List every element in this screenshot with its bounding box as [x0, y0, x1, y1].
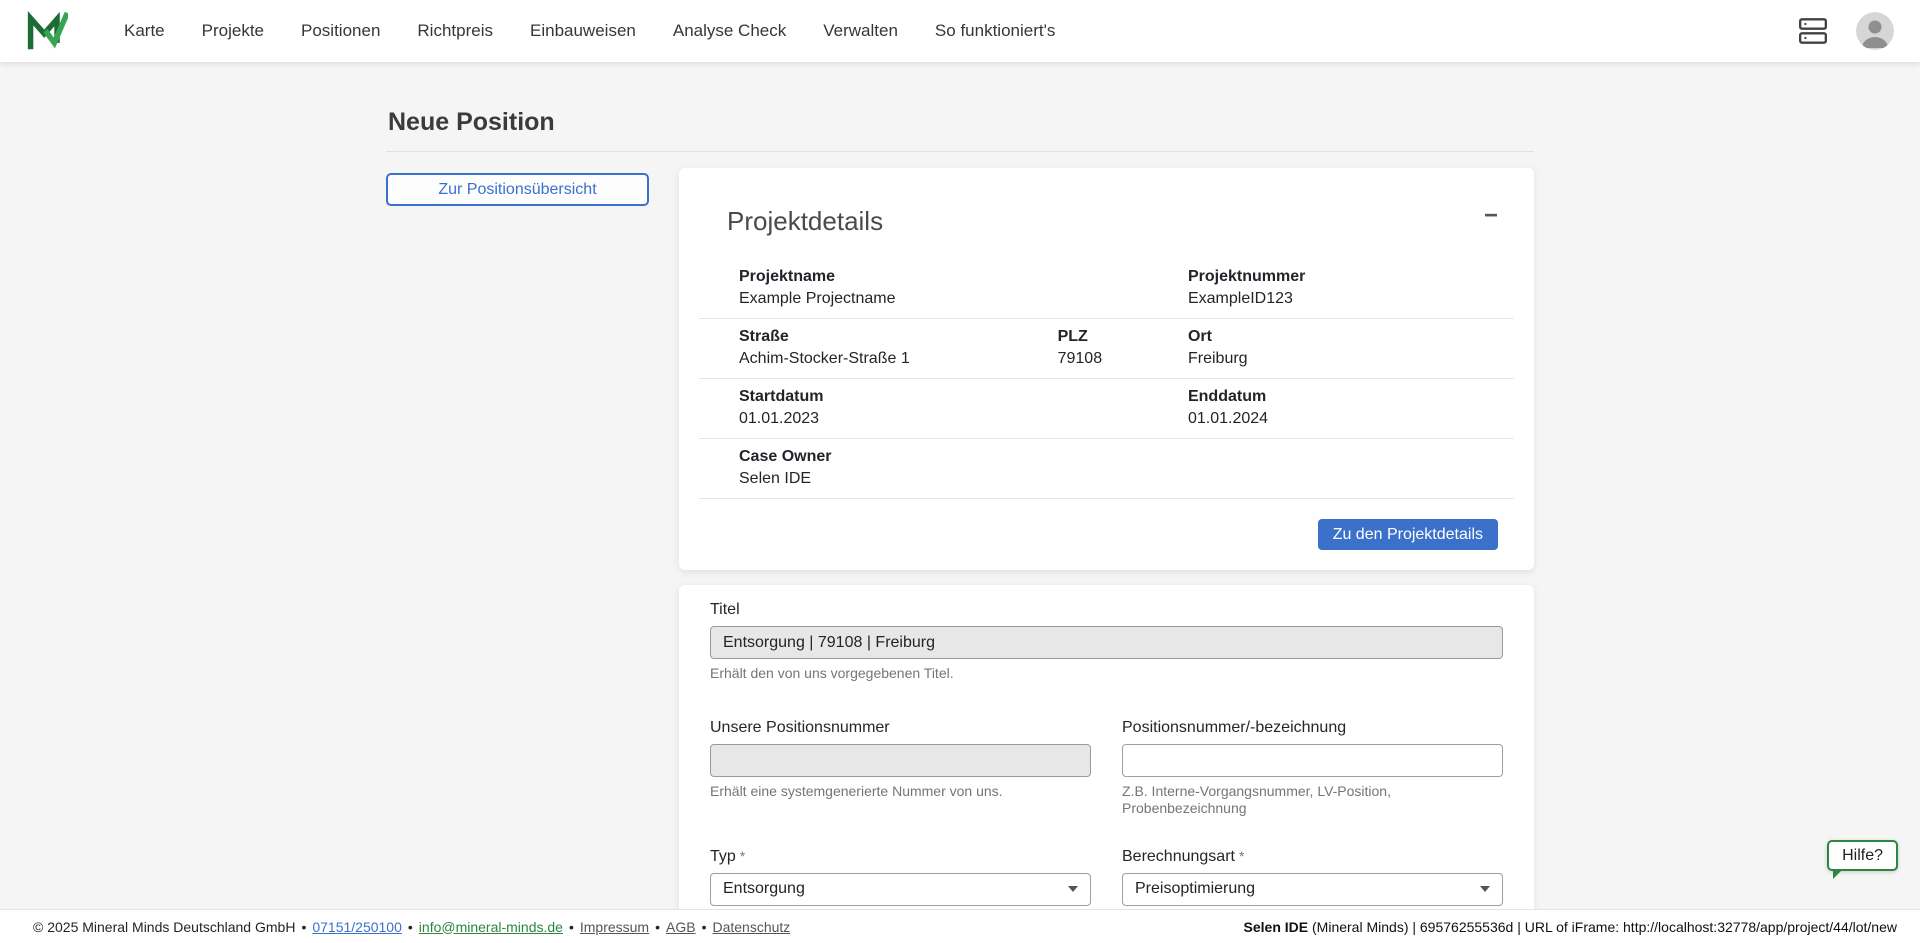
field-label-startdatum: Startdatum	[739, 388, 824, 405]
nav-item-analyse-check[interactable]: Analyse Check	[673, 21, 786, 41]
berechnungsart-label: Berechnungsart *	[1122, 847, 1245, 865]
person-icon	[1856, 12, 1894, 50]
datenschutz-link[interactable]: Datenschutz	[712, 919, 790, 935]
field-label-strasse: Straße	[739, 328, 789, 345]
new-position-form-card: Titel Erhält den von uns vorgegebenen Ti…	[679, 585, 1534, 943]
user-avatar[interactable]	[1856, 12, 1894, 50]
main-area: Neue Position Zur Positionsübersicht Pro…	[0, 0, 1920, 943]
copyright-text: © 2025 Mineral Minds Deutschland GmbH	[33, 918, 296, 935]
server-icon[interactable]	[1799, 18, 1827, 44]
main-navigation: Karte Projekte Positionen Richtpreis Ein…	[124, 21, 1092, 41]
top-navbar: Karte Projekte Positionen Richtpreis Ein…	[0, 0, 1920, 62]
berechnungsart-select[interactable]: Preisoptimierung	[1122, 872, 1503, 906]
berechnungsart-select-value: Preisoptimierung	[1135, 880, 1256, 897]
titel-input	[710, 626, 1503, 659]
session-info: Selen IDE (Mineral Minds) | 69576255536d…	[1244, 919, 1897, 935]
back-to-positions-button[interactable]: Zur Positionsübersicht	[386, 173, 649, 206]
chevron-down-icon	[1068, 886, 1078, 892]
nav-item-projekte[interactable]: Projekte	[202, 21, 264, 41]
field-label-enddatum: Enddatum	[1187, 388, 1267, 405]
navbar-right	[1799, 12, 1894, 50]
help-button[interactable]: Hilfe?	[1827, 840, 1898, 879]
field-value-enddatum: 01.01.2024	[1187, 410, 1269, 427]
positionsnummer-helper: Z.B. Interne-Vorgangsnummer, LV-Position…	[1122, 782, 1391, 817]
email-link[interactable]: info@mineral-minds.de	[419, 919, 563, 935]
field-label-plz: PLZ	[1057, 328, 1088, 345]
table-row: Projektname Example Projectname Projektn…	[699, 259, 1514, 319]
nav-item-einbauweisen[interactable]: Einbauweisen	[530, 21, 636, 41]
nav-item-richtpreis[interactable]: Richtpreis	[417, 21, 493, 41]
positionsnummer-input[interactable]	[1122, 743, 1503, 777]
phone-link[interactable]: 07151/250100	[312, 919, 402, 935]
project-details-table: Projektname Example Projectname Projektn…	[699, 259, 1514, 499]
nav-item-so-funktionierts[interactable]: So funktioniert's	[935, 21, 1055, 41]
logo-m-icon	[27, 10, 68, 50]
required-marker: *	[739, 847, 746, 864]
go-to-project-details-button[interactable]: Zu den Projektdetails	[1317, 519, 1498, 550]
footer-left: © 2025 Mineral Minds Deutschland GmbH • …	[33, 918, 791, 935]
collapse-icon[interactable]: −	[1484, 203, 1498, 227]
page-title: Neue Position	[388, 108, 555, 136]
table-row: Startdatum 01.01.2023 Enddatum 01.01.202…	[699, 379, 1514, 439]
typ-label: Typ *	[710, 847, 746, 865]
left-column: Zur Positionsübersicht	[386, 168, 649, 206]
unsere-positionsnummer-input	[710, 743, 1091, 777]
field-value-projektname: Example Projectname	[739, 290, 896, 307]
titel-helper: Erhält den von uns vorgegebenen Titel.	[710, 665, 954, 681]
unsere-positionsnummer-label: Unsere Positionsnummer	[710, 718, 890, 736]
agb-link[interactable]: AGB	[666, 919, 696, 935]
project-card-title: Projektdetails	[727, 206, 884, 236]
typ-select[interactable]: Entsorgung	[710, 872, 1091, 906]
tooltip-tail-icon	[1833, 870, 1843, 879]
field-label-projektnummer: Projektnummer	[1187, 268, 1306, 285]
field-label-case-owner: Case Owner	[739, 448, 832, 465]
session-user: Selen IDE	[1243, 918, 1309, 935]
footer: © 2025 Mineral Minds Deutschland GmbH • …	[0, 909, 1920, 943]
mineral-minds-logo-icon[interactable]	[26, 8, 70, 54]
impressum-link[interactable]: Impressum	[580, 919, 649, 935]
field-value-case-owner: Selen IDE	[739, 470, 812, 487]
table-row: Case Owner Selen IDE	[699, 439, 1514, 499]
title-divider	[386, 151, 1534, 152]
nav-item-positionen[interactable]: Positionen	[301, 21, 380, 41]
titel-label: Titel	[710, 601, 740, 618]
required-marker: *	[1238, 847, 1245, 864]
chevron-down-icon	[1480, 886, 1490, 892]
positionsnummer-block: Positionsnummer/-bezeichnung Z.B. Intern…	[1122, 719, 1503, 818]
typ-select-value: Entsorgung	[723, 880, 805, 897]
field-value-plz: 79108	[1057, 350, 1103, 367]
unsere-positionsnummer-block: Unsere Positionsnummer Erhält eine syste…	[710, 719, 1091, 818]
nav-item-verwalten[interactable]: Verwalten	[823, 21, 898, 41]
field-label-ort: Ort	[1187, 328, 1212, 345]
unsere-positionsnummer-helper: Erhält eine systemgenerierte Nummer von …	[710, 782, 1003, 799]
right-column: Projektdetails − Projektname Example Pro…	[679, 168, 1534, 943]
field-label-projektname: Projektname	[739, 268, 836, 285]
field-value-projektnummer: ExampleID123	[1187, 290, 1293, 307]
session-details: (Mineral Minds) | 69576255536d | URL of …	[1308, 918, 1897, 935]
field-value-ort: Freiburg	[1187, 350, 1248, 367]
project-details-card: Projektdetails − Projektname Example Pro…	[679, 168, 1534, 570]
titel-field-block: Titel Erhält den von uns vorgegebenen Ti…	[710, 601, 1503, 683]
table-row: Straße Achim-Stocker-Straße 1 PLZ 79108 …	[699, 319, 1514, 379]
positionsnummer-label: Positionsnummer/-bezeichnung	[1122, 718, 1347, 736]
help-button-label: Hilfe?	[1842, 846, 1883, 864]
field-value-startdatum: 01.01.2023	[739, 410, 820, 427]
nav-item-karte[interactable]: Karte	[124, 21, 165, 41]
field-value-strasse: Achim-Stocker-Straße 1	[739, 350, 910, 367]
